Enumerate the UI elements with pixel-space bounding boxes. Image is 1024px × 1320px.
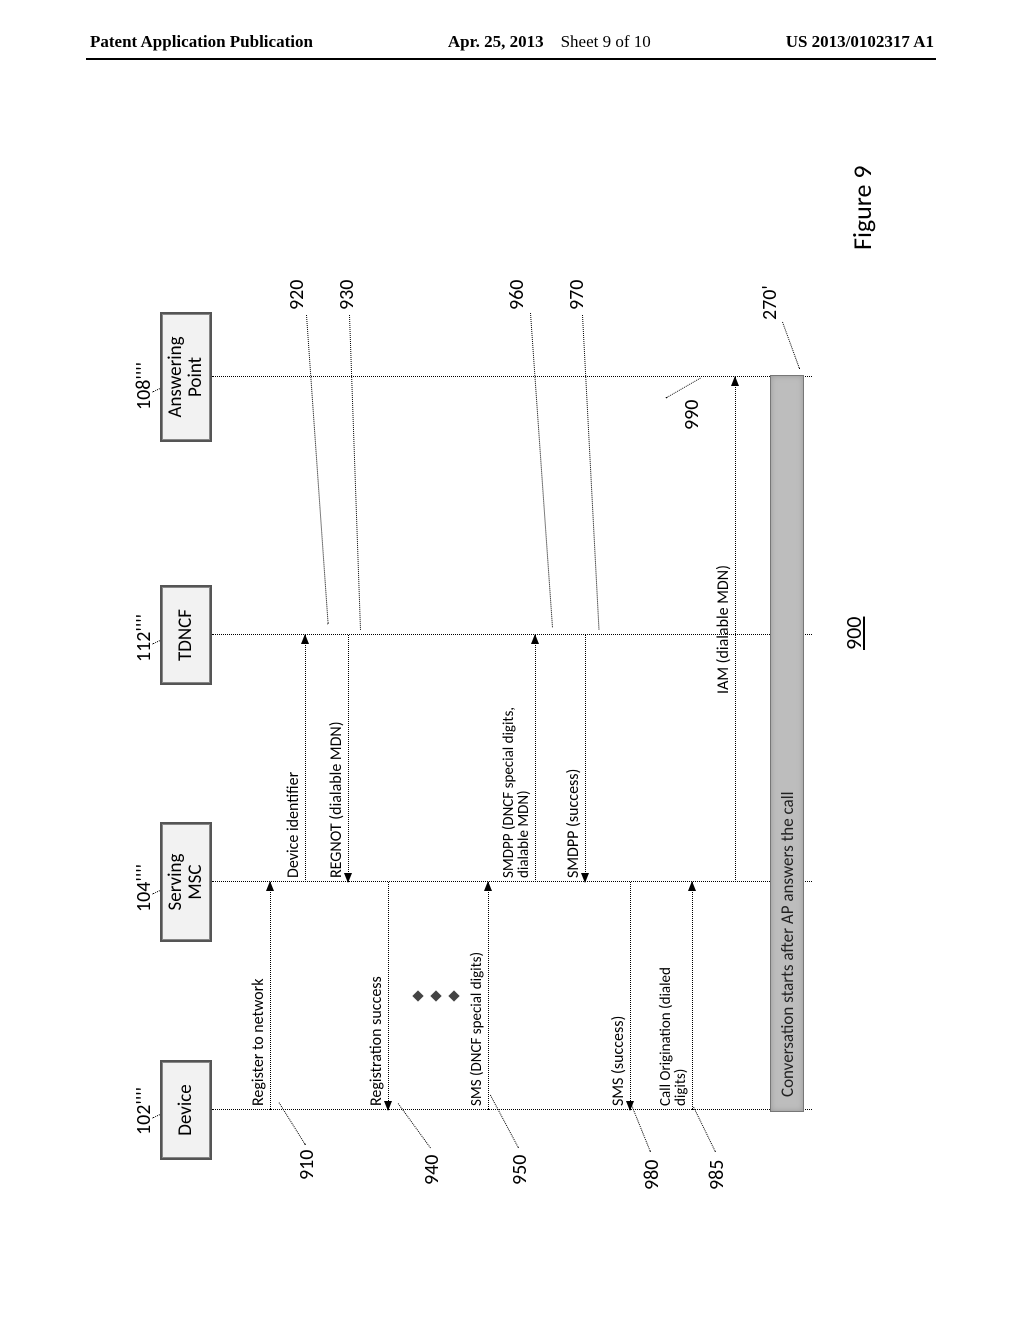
ref-950: 950 (508, 1155, 532, 1185)
diagram-id: 900 (840, 617, 867, 650)
msg-text: Device identifier (286, 639, 303, 878)
page-header: Patent Application Publication Apr. 25, … (0, 32, 1024, 52)
leader-icon (349, 315, 361, 630)
actor-box-device: Device (160, 1060, 212, 1160)
leader-icon (631, 1105, 651, 1152)
actor-label: Serving MSC (166, 854, 206, 911)
sheet-number: Sheet 9 of 10 (561, 32, 651, 51)
leader-icon (693, 1107, 716, 1152)
msg-text: SMS (success) (611, 886, 628, 1106)
ref-970: 970 (565, 280, 589, 310)
ref-985: 985 (705, 1160, 729, 1190)
leader-icon (490, 1095, 519, 1148)
msg-text: SMDPP (DNCF special digits, dialable MDN… (502, 639, 534, 878)
msg-text: Call Origination (dialed digits) (659, 886, 691, 1106)
actor-box-tdncf: TDNCF (160, 585, 212, 685)
msg-text: REGNOT (dialable MDN) (329, 639, 346, 878)
ref-930: 930 (335, 280, 359, 310)
lifeline-msc (212, 881, 812, 882)
actor-ref-tdncf: 112'''' (132, 614, 156, 662)
conversation-text: Conversation starts after AP answers the… (777, 791, 798, 1097)
actor-label: Device (176, 1084, 196, 1135)
msg-text: IAM (dialable MDN) (716, 381, 733, 878)
leader-icon (582, 315, 599, 630)
ref-940: 940 (420, 1155, 444, 1185)
ref-920: 920 (285, 280, 309, 310)
msg-text: SMS (DNCF special digits) (470, 886, 486, 1106)
ref-980: 980 (640, 1160, 664, 1190)
leader-icon (306, 315, 329, 624)
sequence-diagram: 102'''' 104'''' 112'''' 108'''' Device S… (130, 130, 890, 1190)
lifeline-device (212, 1109, 812, 1110)
msg-text: Registration success (369, 886, 386, 1106)
ref-910: 910 (295, 1150, 319, 1180)
conversation-bar: Conversation starts after AP answers the… (770, 375, 804, 1112)
header-rule (86, 58, 936, 60)
ellipsis-dot-icon (430, 990, 441, 1001)
ellipsis-dot-icon (412, 990, 423, 1001)
ref-960: 960 (505, 280, 529, 310)
actor-label: TDNCF (176, 609, 196, 661)
leader-icon (782, 322, 800, 369)
publication-label: Patent Application Publication (90, 32, 313, 52)
ref-270prime: 270' (758, 285, 782, 320)
lifeline-ap (212, 376, 812, 377)
actor-box-ap: Answering Point (160, 312, 212, 442)
ellipsis-dot-icon (448, 990, 459, 1001)
publication-date: Apr. 25, 2013 (448, 32, 544, 51)
actor-label: Answering Point (166, 336, 206, 417)
publication-number: US 2013/0102317 A1 (786, 32, 934, 52)
msg-text: SMDPP (success) (566, 639, 583, 878)
leader-icon (666, 378, 701, 399)
actor-ref-ap: 108'''' (132, 362, 156, 410)
actor-ref-device: 102'''' (132, 1087, 156, 1135)
msg-text: Register to network (251, 886, 268, 1106)
actor-box-msc: Serving MSC (160, 822, 212, 942)
figure-caption: Figure 9 (846, 165, 878, 250)
actor-ref-msc: 104'''' (132, 864, 156, 912)
leader-icon (530, 313, 553, 627)
ref-990: 990 (680, 400, 704, 430)
